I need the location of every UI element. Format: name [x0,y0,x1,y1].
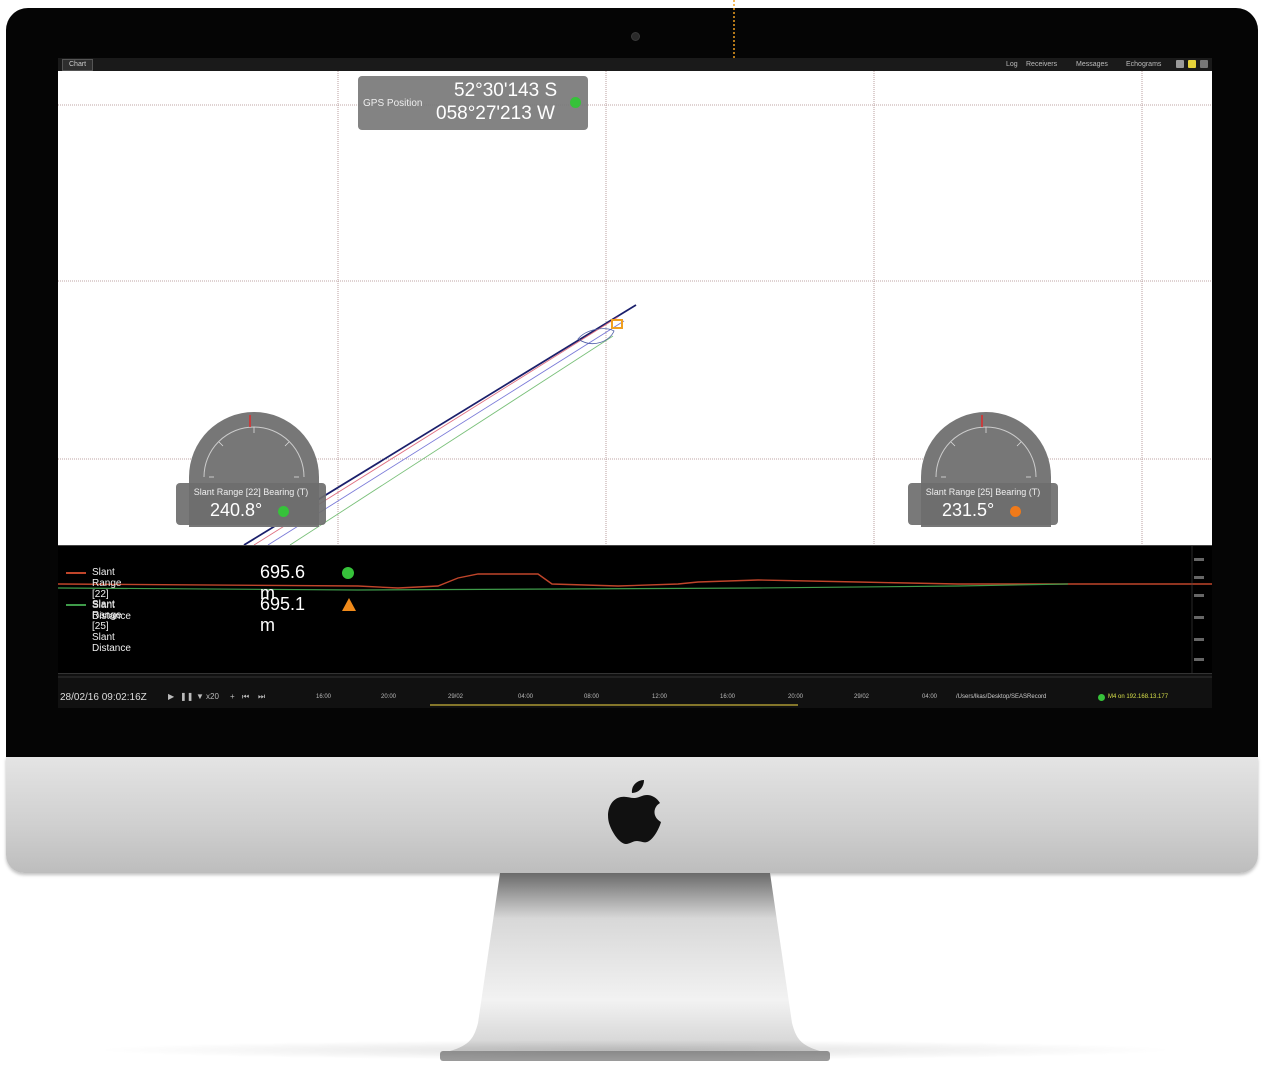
gps-status-icon [570,97,581,108]
gps-latitude: 52°30'143 S [454,80,558,101]
bearing-status-icon-25 [1010,506,1021,517]
speed-down-button[interactable]: ▼ [196,692,204,701]
timeline-tick: 29/02 [854,694,870,700]
app-screen: Chart Log Receivers Messages Echograms G… [58,58,1212,708]
top-bar: Chart Log Receivers Messages Echograms [58,58,1212,72]
vessel-marker [611,319,623,329]
menu-icon[interactable] [1200,60,1208,68]
timeline-tick: 20:00 [381,694,397,700]
slant-distance-timeseries[interactable]: Slant Range [22] Slant Distance 695.6 m … [58,545,1212,674]
connection-status-icon [1098,694,1105,701]
series-22-line [58,573,1212,589]
imac-stand [440,873,830,1061]
connection-status: M4 on 192.168.13.177 [1108,694,1169,700]
timeline-tick: 29/02 [448,694,464,700]
pause-button[interactable]: ❚❚ [180,692,193,701]
legend-label-25: Slant Range [25] Slant Distance [92,599,131,654]
menu-echograms[interactable]: Echograms [1126,59,1161,70]
timeline-track[interactable] [58,674,1212,708]
tab-chart[interactable]: Chart [62,59,94,71]
bearing-panel-22: Slant Range [22] Bearing (T) 240.8° [176,483,326,525]
speed-value[interactable]: x20 [206,692,219,701]
gps-label: GPS Position [363,98,423,109]
bearing-status-icon-22 [278,506,289,517]
timeline-tick: 04:00 [518,694,534,700]
legend-value-25: 695.1 m [260,594,306,635]
timeline-tick: 04:00 [922,694,938,700]
legend-line-25 [66,604,86,606]
menu-messages[interactable]: Messages [1076,59,1108,70]
speed-up-button[interactable]: + [230,692,235,701]
menu-log[interactable]: Log [1006,59,1018,70]
bearing-label-25: Slant Range [25] Bearing (T) [925,487,1041,497]
camera-button-icon[interactable] [1176,60,1184,68]
timeline-bar[interactable]: 28/02/16 09:02:16Z ▶ ❚❚ ▼ x20 + ⏮ ⏭ 16:0… [58,673,1212,708]
gps-longitude: 058°27'213 W [436,103,555,124]
notification-icon[interactable] [1188,60,1196,68]
status-ok-icon [342,567,354,579]
legend-line-22 [66,572,86,574]
recording-path: /Users/lkas/Desktop/SEASRecord [956,694,1047,700]
timeline-tick: 08:00 [584,694,600,700]
skip-back-button[interactable]: ⏮ [242,692,249,702]
play-button[interactable]: ▶ [168,692,174,701]
skip-forward-button[interactable]: ⏭ [258,692,265,702]
warning-triangle-icon [342,598,356,611]
timeline-tick: 16:00 [316,694,332,700]
bearing-value-25: 231.5° [942,500,995,520]
gps-position-panel: GPS Position 52°30'143 S 058°27'213 W [358,76,588,130]
apple-logo-icon [608,780,661,844]
timeline-tick: 12:00 [652,694,668,700]
bearing-label-22: Slant Range [22] Bearing (T) [193,487,309,497]
chart-area[interactable]: GPS Position 52°30'143 S 058°27'213 W Sl… [58,71,1212,545]
bearing-value-22: 240.8° [210,500,263,520]
timeline-tick: 20:00 [788,694,804,700]
current-time: 28/02/16 09:02:16Z [60,692,147,703]
stand-shadow [90,1040,1180,1060]
menu-receivers[interactable]: Receivers [1026,59,1057,70]
timeseries-canvas [58,546,1212,674]
timeline-tick: 16:00 [720,694,736,700]
bearing-panel-25: Slant Range [25] Bearing (T) 231.5° [908,483,1058,525]
